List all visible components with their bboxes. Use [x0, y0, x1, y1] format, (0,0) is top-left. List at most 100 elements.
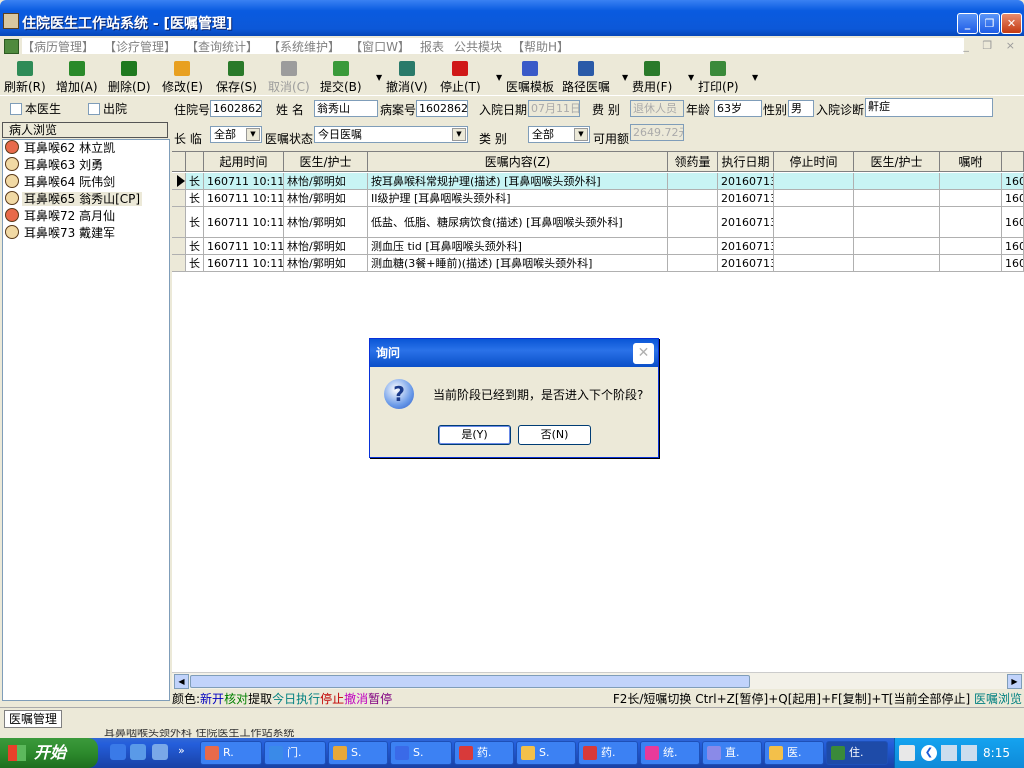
menu-item[interactable]: 【查询统计】: [186, 38, 258, 55]
tab-order-management[interactable]: 医嘱管理: [4, 710, 63, 728]
order-browse-link[interactable]: 医嘱浏览: [974, 692, 1022, 706]
row-indicator[interactable]: [172, 255, 186, 271]
dropdown-arrow-icon[interactable]: ▼: [622, 73, 628, 82]
age-field[interactable]: 63岁: [714, 100, 762, 117]
dropdown-arrow-icon[interactable]: ▼: [496, 73, 502, 82]
grid-header-cell[interactable]: 医生/护士: [854, 152, 940, 172]
table-row[interactable]: 长 160711 10:11 林怡/郭明如 测血压 tid [耳鼻咽喉头颈外科] 201…: [172, 238, 1024, 255]
dropdown-arrow-icon[interactable]: ▼: [376, 73, 382, 82]
diag-field[interactable]: 鼾症: [865, 98, 993, 117]
dialog-close-icon[interactable]: ✕: [633, 343, 654, 364]
taskbar-item[interactable]: 药.: [454, 741, 514, 765]
taskbar-item[interactable]: 直.: [702, 741, 762, 765]
grid-header-cell[interactable]: 医嘱内容(Z): [368, 152, 668, 172]
toolbar-button[interactable]: 医嘱模板: [506, 61, 554, 94]
chevron-left-icon[interactable]: ❮: [921, 745, 937, 761]
status-select[interactable]: 今日医嘱 ▼: [314, 126, 468, 143]
restore-button[interactable]: ❐: [979, 13, 1000, 34]
taskbar-item[interactable]: 统.: [640, 741, 700, 765]
patient-list-item[interactable]: 耳鼻喉73 戴建军: [3, 225, 169, 242]
row-indicator[interactable]: [172, 207, 186, 237]
name-field[interactable]: 翁秀山: [314, 100, 378, 117]
taskbar-item[interactable]: 住.: [826, 741, 888, 765]
discharged-checkbox[interactable]: 出院: [88, 100, 127, 117]
yes-button[interactable]: 是(Y): [438, 425, 511, 445]
table-row[interactable]: 长 160711 10:11 林怡/郭明如 测血糖(3餐+睡前)(描述) [耳鼻咽喉头…: [172, 255, 1024, 272]
hosp-no-field[interactable]: 1602862: [210, 100, 262, 117]
taskbar-item[interactable]: 医.: [764, 741, 824, 765]
grid-header-cell[interactable]: [1002, 152, 1024, 172]
taskbar-item[interactable]: S.: [390, 741, 452, 765]
table-row[interactable]: 长 160711 10:11 林怡/郭明如 低盐、低脂、糖尿病饮食(描述) [耳鼻咽喉…: [172, 207, 1024, 238]
app-icon[interactable]: [3, 13, 19, 29]
no-button[interactable]: 否(N): [518, 425, 591, 445]
taskbar-item[interactable]: R.: [200, 741, 262, 765]
network-icon[interactable]: [941, 745, 957, 761]
quicklaunch-more-icon[interactable]: »: [178, 744, 185, 757]
row-indicator[interactable]: [172, 190, 186, 206]
menu-item[interactable]: 公共模块: [454, 38, 502, 55]
longtemp-select[interactable]: 全部 ▼: [210, 126, 262, 143]
taskbar-app-icon: [521, 746, 535, 760]
clock[interactable]: 8:15: [983, 746, 1010, 760]
case-no-field[interactable]: 1602862: [416, 100, 468, 117]
patient-list-item[interactable]: 耳鼻喉62 林立凯: [3, 140, 169, 157]
dropdown-arrow-icon[interactable]: ▼: [688, 73, 694, 82]
taskbar-item[interactable]: S.: [516, 741, 576, 765]
type-select[interactable]: 全部 ▼: [528, 126, 590, 143]
dropdown-arrow-icon[interactable]: ▼: [752, 73, 758, 82]
taskbar-app-icon: [583, 746, 597, 760]
toolbar-button[interactable]: 费用(F): [632, 61, 672, 94]
taskbar-item[interactable]: 门.: [264, 741, 326, 765]
row-indicator[interactable]: [172, 173, 186, 189]
toolbar-button[interactable]: 刷新(R): [4, 61, 46, 94]
scroll-thumb[interactable]: [190, 675, 750, 688]
close-button[interactable]: ✕: [1001, 13, 1022, 34]
grid-header-cell[interactable]: 停止时间: [774, 152, 854, 172]
taskbar-item[interactable]: 药.: [578, 741, 638, 765]
grid-header-cell[interactable]: 领药量: [668, 152, 718, 172]
toolbar-button[interactable]: 删除(D): [108, 61, 151, 94]
grid-cell-last: 160: [1002, 190, 1024, 206]
menu-item[interactable]: 【病历管理】: [22, 38, 94, 55]
toolbar-button[interactable]: 保存(S): [216, 61, 257, 94]
row-indicator[interactable]: [172, 238, 186, 254]
toolbar-button[interactable]: 路径医嘱: [562, 61, 610, 94]
mdi-controls[interactable]: _ ❐ ×: [963, 39, 1020, 52]
taskbar-item[interactable]: S.: [328, 741, 388, 765]
menu-item[interactable]: 【窗口W】: [350, 38, 410, 55]
patient-list-item[interactable]: 耳鼻喉72 高月仙: [3, 208, 169, 225]
horizontal-scrollbar[interactable]: ◀ ▶: [172, 672, 1024, 689]
menu-item[interactable]: 【帮助H】: [512, 38, 569, 55]
menu-item[interactable]: 【诊疗管理】: [104, 38, 176, 55]
desktop-icon[interactable]: [152, 744, 168, 760]
scroll-left-icon[interactable]: ◀: [174, 674, 189, 689]
patient-list-item[interactable]: 耳鼻喉65 翁秀山[CP]: [3, 191, 169, 208]
toolbar-button[interactable]: 修改(E): [162, 61, 203, 94]
toolbar-button[interactable]: 增加(A): [56, 61, 98, 94]
toolbar-button[interactable]: 停止(T): [440, 61, 481, 94]
patient-list-item[interactable]: 耳鼻喉63 刘勇: [3, 157, 169, 174]
menu-item[interactable]: 报表: [420, 38, 444, 55]
sex-field[interactable]: 男: [788, 100, 814, 117]
toolbar-button[interactable]: 撤消(V): [386, 61, 428, 94]
grid-header-cell[interactable]: 嘱咐: [940, 152, 1002, 172]
patient-list-item[interactable]: 耳鼻喉64 阮伟剑: [3, 174, 169, 191]
mdi-child-icon[interactable]: [4, 39, 19, 54]
my-doctor-checkbox[interactable]: 本医生: [10, 100, 61, 117]
minimize-button[interactable]: _: [957, 13, 978, 34]
menu-item[interactable]: 【系统维护】: [268, 38, 340, 55]
network2-icon[interactable]: [961, 745, 977, 761]
grid-header-cell[interactable]: 起用时间: [204, 152, 284, 172]
toolbar-button[interactable]: 提交(B): [320, 61, 362, 94]
ie-icon[interactable]: [110, 744, 126, 760]
toolbar-button[interactable]: 打印(P): [698, 61, 739, 94]
table-row[interactable]: 长 160711 10:11 林怡/郭明如 II级护理 [耳鼻咽喉头颈外科] 20160…: [172, 190, 1024, 207]
grid-header-cell[interactable]: 医生/护士: [284, 152, 368, 172]
browser-icon[interactable]: [130, 744, 146, 760]
scroll-right-icon[interactable]: ▶: [1007, 674, 1022, 689]
keyboard-icon[interactable]: [899, 745, 915, 761]
table-row[interactable]: 长 160711 10:11 林怡/郭明如 按耳鼻喉科常规护理(描述) [耳鼻咽喉头颈…: [172, 173, 1024, 190]
start-button[interactable]: 开始: [0, 738, 98, 768]
grid-header-cell[interactable]: 执行日期: [718, 152, 774, 172]
